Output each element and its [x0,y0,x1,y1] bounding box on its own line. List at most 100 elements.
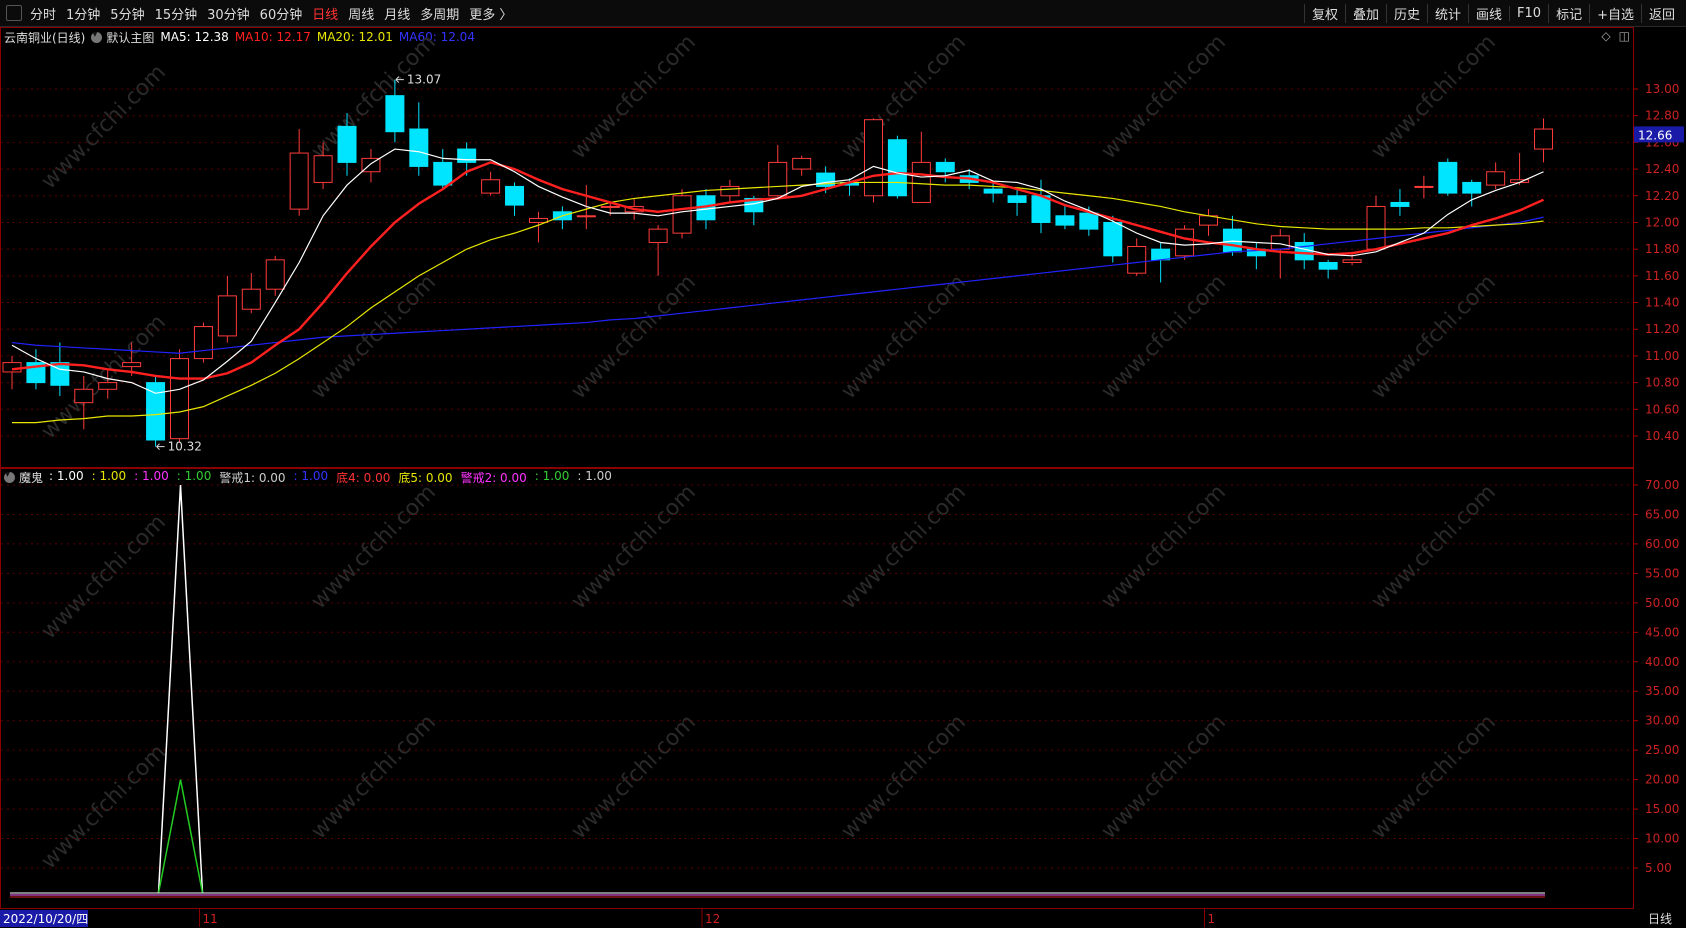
watermark-text: www.cfchi.com [37,740,171,874]
window-restore-icon[interactable] [6,5,22,21]
candle-body [1438,161,1458,194]
price-tick-label: 11.40 [1645,296,1679,310]
candle-body [1462,181,1482,194]
month-label: 12 [705,912,720,926]
candle-body [1318,262,1338,270]
candle-body [1151,248,1171,261]
indicator-value: : 1.00 [534,468,570,483]
toolbar-button[interactable]: +自选 [1589,3,1641,23]
template-selector[interactable]: 默认主图 [91,29,154,46]
indicator-name: 魔鬼 [19,470,44,485]
toolbar-button[interactable]: 复权 [1303,3,1345,23]
indicator-selector[interactable]: 魔鬼 [4,469,45,486]
watermark-text: www.cfchi.com [837,710,971,844]
candle-body [1031,195,1051,223]
candle-body [433,161,453,186]
price-tick-label: 11.80 [1645,242,1679,256]
indicator-green-spike [157,779,204,894]
period-tab[interactable]: 更多 〉 [469,4,512,23]
watermark-text: www.cfchi.com [567,480,701,614]
kline-chart[interactable]: www.cfchi.com www.cfchi.com www.cfchi.com w… [0,0,1686,928]
candle-body [98,382,118,390]
price-tick-label: 13.00 [1645,82,1679,96]
candle-body [648,228,668,243]
candle-body [1414,185,1434,188]
candle-body [1222,228,1242,253]
candle-body [600,205,620,208]
watermark-text: www.cfchi.com [1367,30,1501,164]
candle-body [146,382,166,441]
period-tab[interactable]: 15分钟 [155,4,198,23]
candle-body [696,195,716,221]
indicator-value: 底5: 0.00 [398,470,453,485]
ma20-label: MA20: 12.01 [316,30,393,44]
candle-body [1510,179,1530,183]
period-bar: 分时 1分钟 5分钟 15分钟 30分钟 60分钟 日线 周线 月线 多周期 更多 〉 [6,0,522,26]
indicator-value: 底4: 0.00 [336,470,391,485]
watermark-text: www.cfchi.com [1367,270,1501,404]
period-tab[interactable]: 60分钟 [260,4,303,23]
period-tab[interactable]: 30分钟 [207,4,250,23]
watermark-layer: www.cfchi.com www.cfchi.com www.cfchi.com w… [37,30,1501,874]
candle-body [624,205,644,213]
candle-body [552,211,572,221]
toolbar-button[interactable]: 历史 [1385,3,1427,23]
watermark-text: www.cfchi.com [567,30,701,164]
indicator-value: : 1.00 [176,468,212,483]
indicator-tick-label: 50.00 [1645,596,1679,610]
candle-body [576,215,596,218]
watermark-text: www.cfchi.com [837,270,971,404]
toolbar-button[interactable]: 返回 [1640,3,1682,23]
period-tab[interactable]: 月线 [384,4,410,23]
period-tab[interactable]: 多周期 [420,4,459,23]
period-tab[interactable]: 5分钟 [110,4,144,23]
ma10-line [11,161,1545,380]
indicator-value: : 1.00 [293,468,329,483]
toolbar-button[interactable]: F10 [1509,5,1548,21]
diamond-icon[interactable]: ◇ [1601,29,1610,43]
candle-body [2,362,22,373]
indicator-tick-label: 20.00 [1645,773,1679,787]
period-tab[interactable]: 日线 [312,4,338,23]
watermark-text: www.cfchi.com [1097,710,1231,844]
toolbar-button[interactable]: 画线 [1468,3,1509,23]
period-tab[interactable]: 1分钟 [66,4,100,23]
watermark-text: www.cfchi.com [307,30,441,164]
indicator-tick-label: 25.00 [1645,743,1679,757]
period-label: 日线 [1648,912,1672,926]
candle-body [1055,215,1075,226]
panel-toggle-icon[interactable]: ◫ [1619,29,1630,43]
template-label: 默认主图 [106,30,155,45]
candle-body [1127,245,1147,274]
candle-body [768,161,788,197]
watermark-text: www.cfchi.com [1097,270,1231,404]
month-label: 1 [1208,912,1216,926]
candle-body [816,172,836,187]
ma10-label: MA10: 12.17 [234,30,311,44]
candle-body [193,326,213,360]
candle-body [744,197,764,213]
toolbar-button[interactable]: 统计 [1427,3,1468,23]
candle-body [1246,248,1266,257]
period-tab[interactable]: 分时 [30,4,56,23]
toolbar-buttons: 复权 叠加 历史 统计 画线 F10 标记 +自选 返回 [1303,0,1682,26]
toolbar-button[interactable]: 标记 [1548,3,1589,23]
candle-body [265,259,285,290]
indicator-tick-label: 40.00 [1645,655,1679,669]
price-tick-label: 11.00 [1645,349,1679,363]
candle-body [1079,212,1099,230]
candle-body [1007,195,1027,203]
candle-body [457,148,477,163]
first-date-label: 2022/10/20/四 [3,912,88,926]
indicator-value: : 1.00 [134,468,169,483]
low-annotation: 10.32 [168,440,202,454]
indicator-value: : 1.00 [49,468,84,483]
dropdown-icon [4,469,15,483]
candle-body [1390,201,1410,207]
toolbar-button[interactable]: 叠加 [1344,3,1386,23]
indicator-tick-label: 35.00 [1645,684,1679,698]
candle-body [1103,221,1123,257]
indicator-tick-label: 65.00 [1645,507,1679,521]
indicator-tick-label: 45.00 [1645,625,1679,639]
period-tab[interactable]: 周线 [348,4,374,23]
